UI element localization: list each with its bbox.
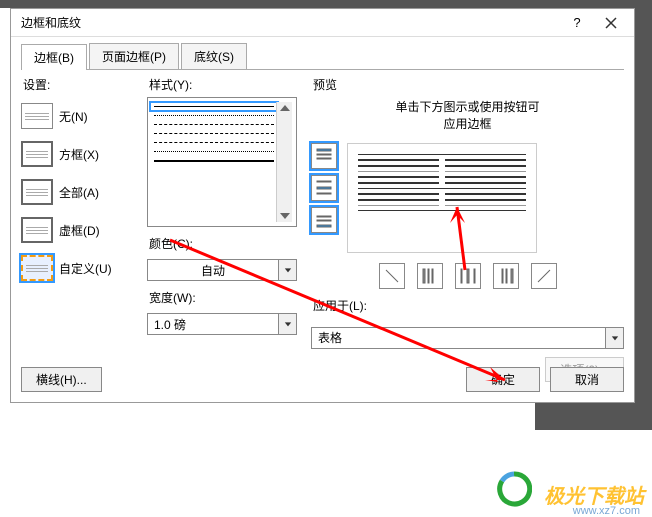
dialog-footer: 横线(H)... 确定 取消 xyxy=(21,367,624,392)
cancel-button[interactable]: 取消 xyxy=(550,367,624,392)
edge-right-button[interactable] xyxy=(493,263,519,289)
watermark-logo-icon xyxy=(496,471,532,507)
style-solid[interactable] xyxy=(154,106,274,107)
edge-top-button[interactable] xyxy=(311,143,337,169)
grid-icon xyxy=(21,217,53,243)
preview-column: 预览 单击下方图示或使用按钮可应用边框 xyxy=(303,76,624,364)
setting-grid-label: 虚框(D) xyxy=(59,222,100,239)
setting-none[interactable]: 无(N) xyxy=(21,97,141,135)
apply-to-label: 应用于(L): xyxy=(313,297,624,314)
edge-middle-h-button[interactable] xyxy=(311,175,337,201)
edge-left-button[interactable] xyxy=(417,263,443,289)
apply-to-value: 表格 xyxy=(311,327,606,349)
color-value: 自动 xyxy=(147,259,279,281)
dialog-title: 边框和底纹 xyxy=(21,14,560,31)
setting-none-label: 无(N) xyxy=(59,108,88,125)
chevron-down-icon xyxy=(279,313,297,335)
custom-icon xyxy=(21,255,53,281)
setting-box[interactable]: 方框(X) xyxy=(21,135,141,173)
chevron-down-icon xyxy=(279,259,297,281)
edge-buttons-vertical xyxy=(311,143,337,253)
width-value: 1.0 磅 xyxy=(147,313,279,335)
watermark-url: www.xz7.com xyxy=(573,505,640,517)
width-label: 宽度(W): xyxy=(149,289,297,306)
tab-strip: 边框(B) 页面边框(P) 底纹(S) xyxy=(11,37,634,69)
apply-to-dropdown[interactable]: 表格 xyxy=(311,327,624,349)
color-label: 颜色(C): xyxy=(149,235,297,252)
color-dropdown[interactable]: 自动 xyxy=(147,259,297,281)
preview-hint: 单击下方图示或使用按钮可应用边框 xyxy=(311,99,624,133)
tab-borders[interactable]: 边框(B) xyxy=(21,44,87,70)
setting-custom[interactable]: 自定义(U) xyxy=(21,249,141,287)
preview-label: 预览 xyxy=(313,76,624,93)
box-icon xyxy=(21,141,53,167)
titlebar: 边框和底纹 ? xyxy=(11,9,634,37)
setting-box-label: 方框(X) xyxy=(59,146,99,163)
style-listbox[interactable] xyxy=(147,97,297,227)
settings-label: 设置: xyxy=(23,76,141,93)
style-scrollbar[interactable] xyxy=(276,102,292,222)
edge-bottom-button[interactable] xyxy=(311,207,337,233)
preview-diagram[interactable] xyxy=(347,143,537,253)
ok-button[interactable]: 确定 xyxy=(466,367,540,392)
style-dashed2[interactable] xyxy=(154,133,274,134)
help-button[interactable]: ? xyxy=(560,12,594,34)
width-dropdown[interactable]: 1.0 磅 xyxy=(147,313,297,335)
chevron-down-icon xyxy=(606,327,624,349)
horizontal-line-button[interactable]: 横线(H)... xyxy=(21,367,102,392)
setting-all[interactable]: 全部(A) xyxy=(21,173,141,211)
style-column: 样式(Y): 颜色(C): 自动 宽度(W): xyxy=(147,76,297,364)
none-icon xyxy=(21,103,53,129)
setting-custom-label: 自定义(U) xyxy=(59,260,112,277)
style-dashdot[interactable] xyxy=(154,151,274,152)
edge-diag-down-button[interactable] xyxy=(379,263,405,289)
style-label: 样式(Y): xyxy=(149,76,297,93)
style-dashed1[interactable] xyxy=(154,124,274,125)
style-thick[interactable] xyxy=(154,160,274,162)
edge-buttons-horizontal xyxy=(311,263,624,289)
style-dotted[interactable] xyxy=(154,115,274,116)
setting-all-label: 全部(A) xyxy=(59,184,99,201)
settings-column: 设置: 无(N) 方框(X) 全部(A) 虚框(D) 自定义(U) xyxy=(21,76,141,364)
close-button[interactable] xyxy=(594,12,628,34)
borders-shading-dialog: 边框和底纹 ? 边框(B) 页面边框(P) 底纹(S) 设置: 无(N) 方框(… xyxy=(10,8,635,403)
setting-grid[interactable]: 虚框(D) xyxy=(21,211,141,249)
style-dashed3[interactable] xyxy=(154,142,274,143)
tab-shading[interactable]: 底纹(S) xyxy=(181,43,247,69)
tab-page-border[interactable]: 页面边框(P) xyxy=(89,43,179,69)
edge-diag-up-button[interactable] xyxy=(531,263,557,289)
all-icon xyxy=(21,179,53,205)
edge-middle-v-button[interactable] xyxy=(455,263,481,289)
